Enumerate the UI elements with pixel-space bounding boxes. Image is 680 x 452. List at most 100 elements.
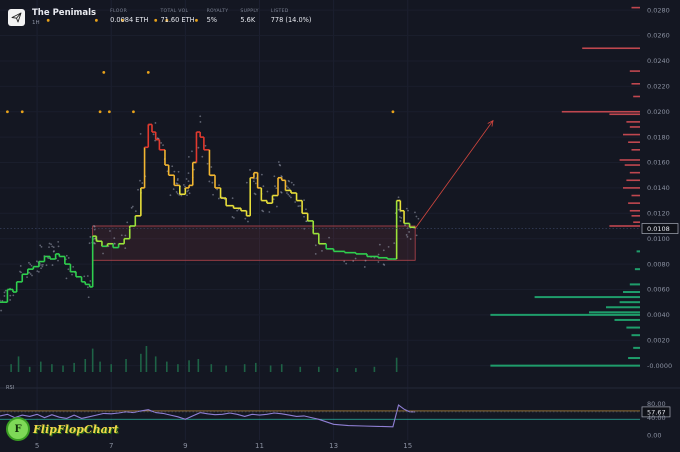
stat-label: TOTAL VOL [160,9,189,14]
sale-point [19,265,22,267]
ask-depth-bar [629,171,640,174]
sale-point [275,205,278,208]
sale-point [160,142,162,144]
sale-point [93,228,96,231]
rsi-tick-label: 40.00 [647,414,666,422]
sale-point [41,263,44,266]
x-tick-label: 9 [183,442,187,450]
sale-point [187,172,190,175]
sale-point [387,246,390,248]
sale-point [314,244,317,247]
sale-point [406,227,409,230]
sale-point [191,150,193,153]
sale-point [36,270,39,273]
sale-point [268,211,271,213]
collection-logo[interactable] [8,9,25,26]
volume-bar [243,364,246,372]
sale-point [39,244,42,247]
volume-bar [336,368,339,372]
ask-depth-bar [628,202,640,204]
sale-point [176,182,179,185]
bid-depth-bar [534,296,640,299]
sale-point [86,275,89,277]
brand-name: FlipFlopChart [33,422,119,436]
sale-point [67,257,70,259]
volume-bar [225,365,227,372]
sale-point [48,246,50,249]
ask-depth-bar [609,225,640,227]
y-tick-label: 0.0220 [647,83,670,91]
signal-dot [20,110,24,114]
sale-point [397,196,400,199]
sale-point [204,144,207,147]
sale-point [93,225,96,228]
rsi-tick-label: 0.00 [647,431,661,439]
bid-depth-bar [634,268,640,271]
sale-point [199,115,202,118]
y-tick-label: 0.0280 [647,6,670,14]
sale-point [102,252,104,255]
sale-point [414,211,416,214]
sale-point [405,234,408,236]
sale-point [415,234,418,237]
sale-point [182,184,185,186]
sale-point [206,162,209,165]
ask-depth-bar [623,187,640,189]
bid-depth-bar [628,357,640,360]
sale-point [406,235,409,238]
stat-label: ROYALTY [206,9,229,14]
sale-point [290,181,293,184]
volume-bar [166,361,168,372]
sale-point [57,259,59,262]
sale-point [261,209,264,212]
volume-bar [62,365,64,372]
sale-point [286,192,288,194]
volume-bar [99,361,101,372]
sale-point [314,252,317,255]
rsi-tick-label: 80.00 [647,400,666,408]
y-tick-label: 0.0080 [647,260,670,268]
volume-bar [17,356,20,372]
sale-point [275,187,278,190]
sale-point [273,175,276,178]
sale-point [26,276,28,279]
collection-title[interactable]: The Penimals [32,8,96,19]
sale-point [40,245,43,248]
volume-bar [355,368,357,372]
sale-point [72,265,75,268]
sale-point [29,263,32,266]
sale-point [130,206,133,209]
stat-value: 5% [206,16,218,24]
volume-bar [140,353,142,372]
sale-point [12,294,15,297]
sale-point [305,208,307,211]
timeframe-label[interactable]: 1H [32,19,96,27]
sale-point [398,216,401,218]
stat-total-volume: TOTAL VOL 71.60 ETH [160,8,194,25]
sale-point [249,169,251,171]
sale-point [393,242,396,245]
volume-bar [125,359,127,372]
sale-point [139,132,142,135]
sale-point [417,217,420,220]
sale-point [397,208,400,211]
sale-point [294,201,297,203]
x-tick-label: 11 [255,442,264,450]
sale-point [40,267,42,270]
sale-point [53,250,55,252]
ask-depth-bar [631,82,640,85]
stat-supply: SUPPLY 5.6K [240,8,258,25]
y-tick-label: 0.0020 [647,336,670,344]
signal-dot [391,110,395,114]
sale-point [31,274,33,277]
sale-point [137,188,139,191]
sale-point [279,164,282,167]
sale-point [409,238,412,240]
sale-point [28,261,30,264]
price-chart[interactable]: 5 7 9 11 13 15 0.0108 0.0280 0.0260 0.0240 0.0220 0… [0,0,680,452]
sale-point [245,181,248,184]
x-tick-label: 13 [329,442,338,450]
sale-point [328,236,330,239]
ask-depth-bar [609,113,640,116]
brand-logo-icon: F [6,417,30,441]
